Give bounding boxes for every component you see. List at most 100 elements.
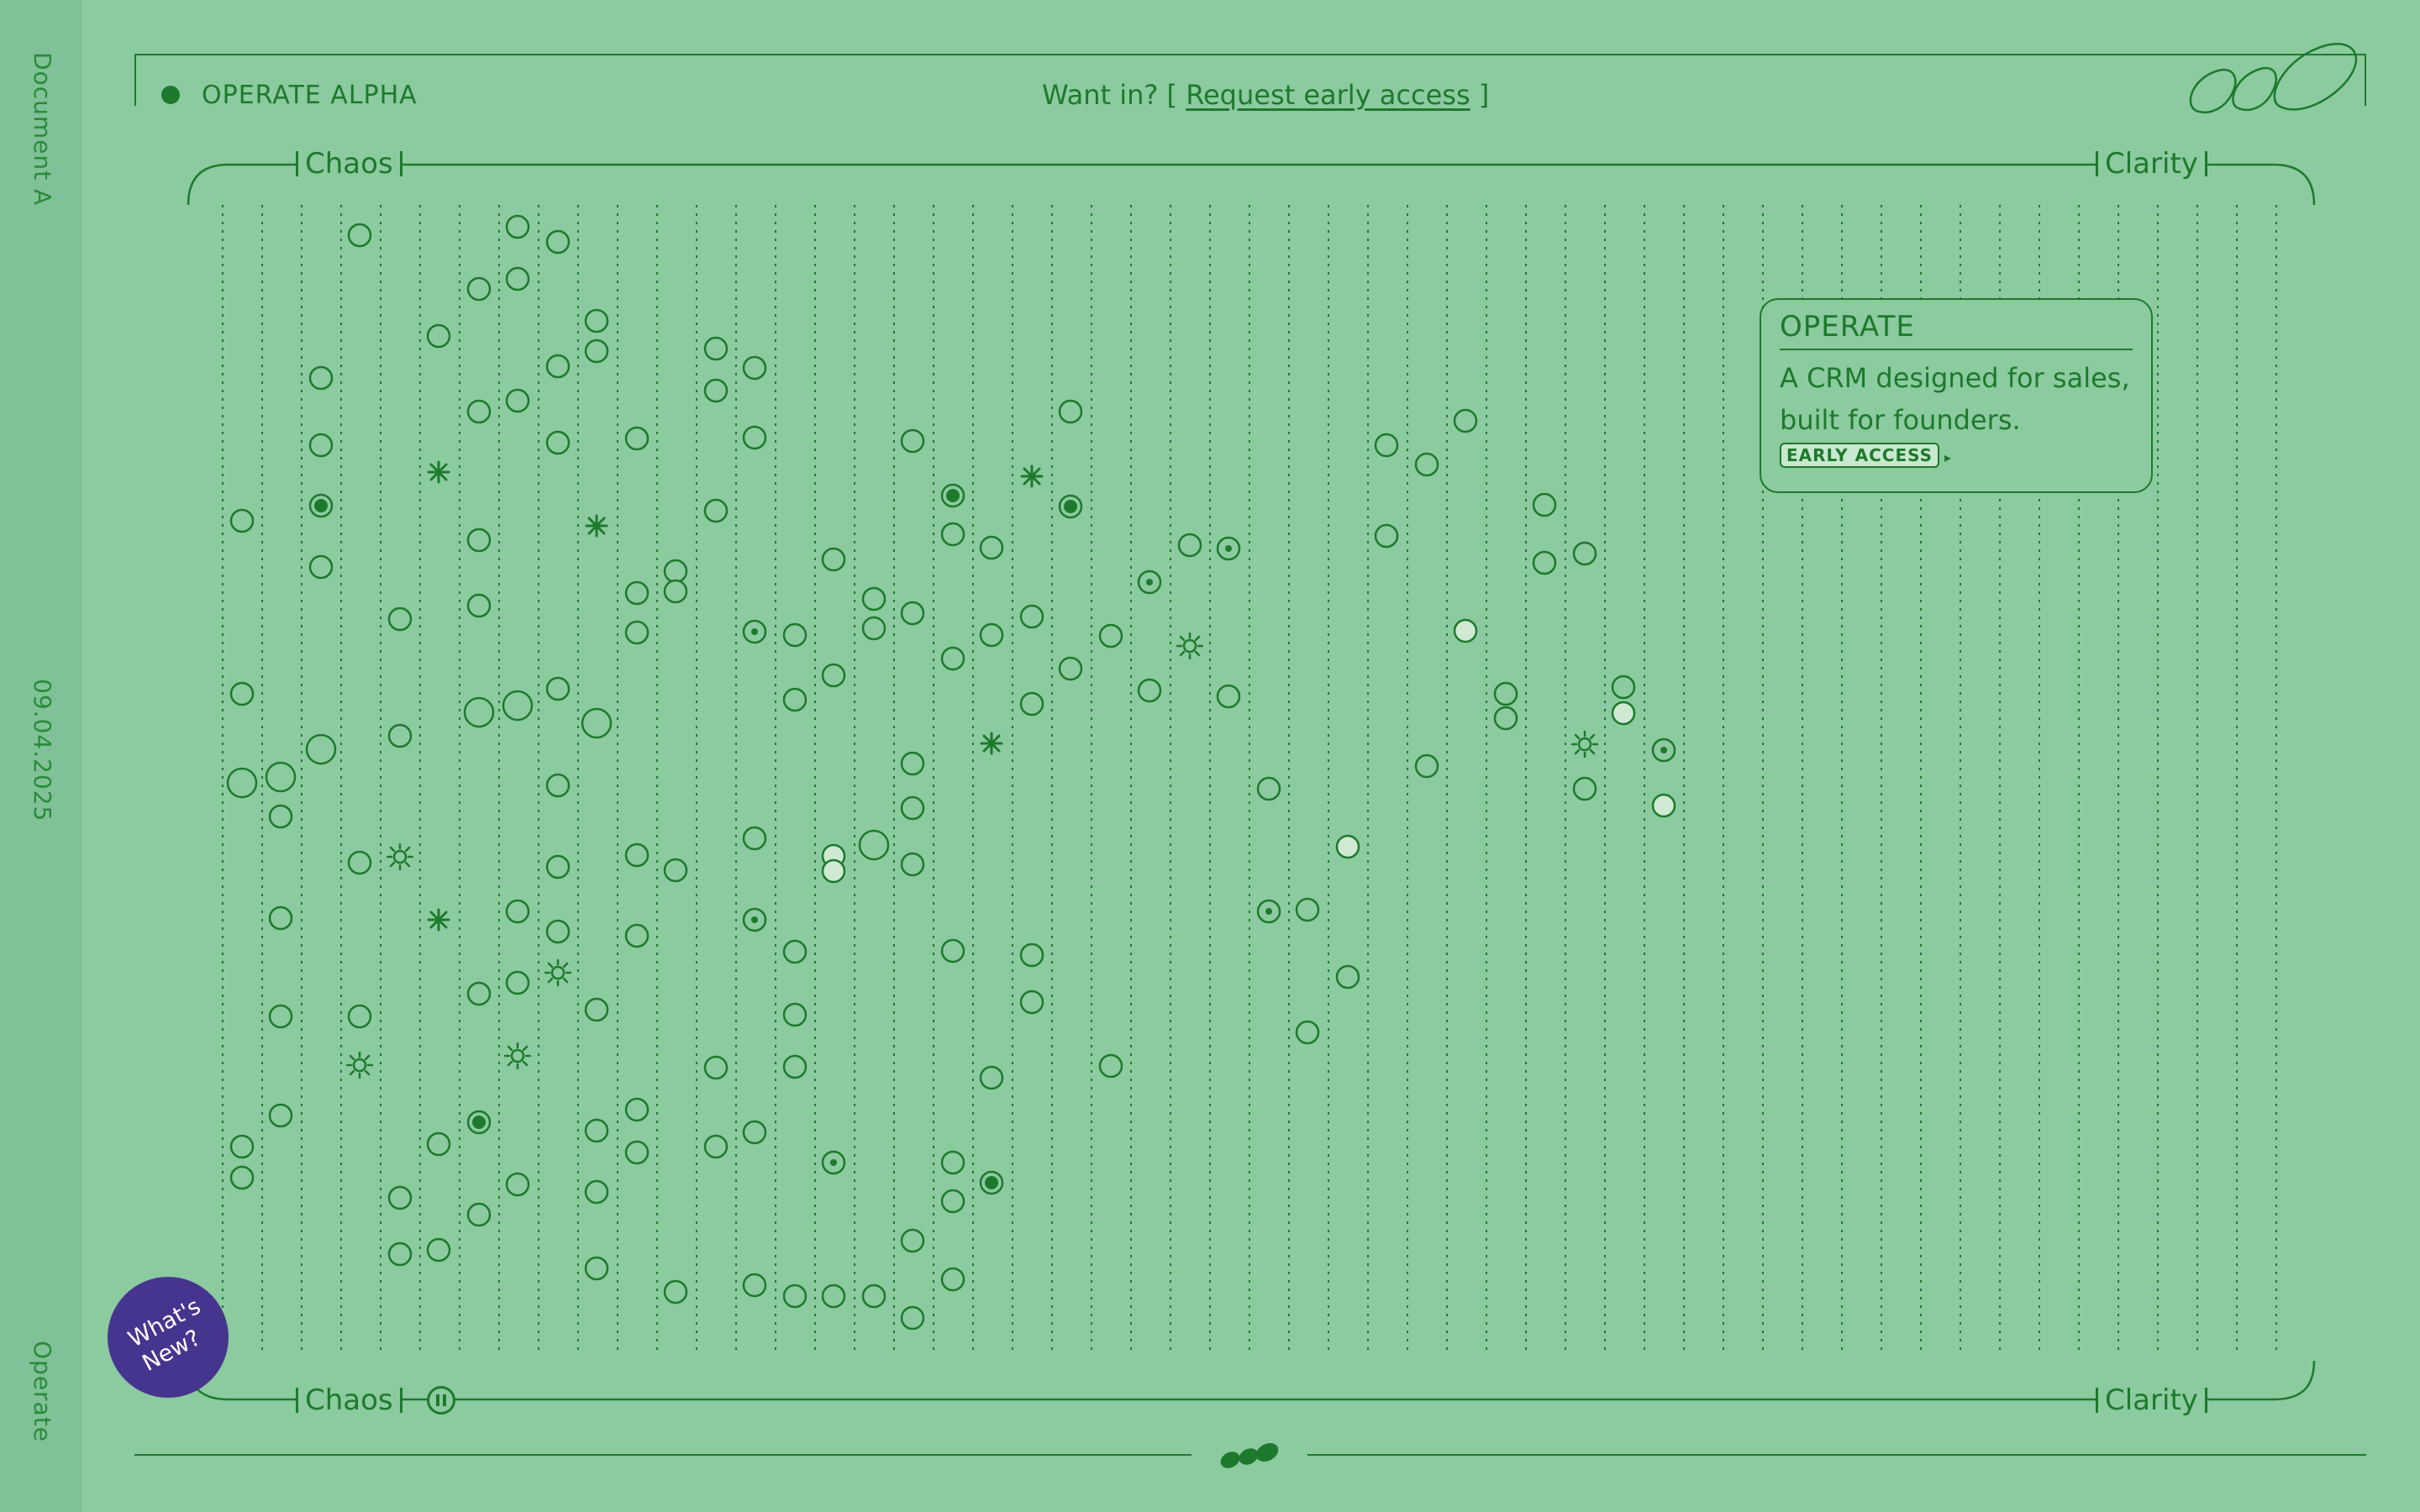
- field-circle-marker: [1216, 684, 1241, 709]
- star-icon: [427, 460, 450, 484]
- field-circle-marker: [703, 1055, 729, 1080]
- field-circle-marker: [268, 1004, 293, 1029]
- early-access-button[interactable]: EARLY ACCESS: [1780, 443, 1940, 468]
- field-circle-marker: [624, 580, 650, 606]
- marker-center-dot: [1660, 747, 1667, 753]
- field-circle-marker: [226, 767, 258, 799]
- field-circle-marker: [308, 365, 334, 391]
- chaos-label-top: Chaos: [296, 150, 402, 178]
- sun-icon: [1571, 731, 1598, 758]
- field-circle-marker: [1572, 776, 1597, 801]
- star-icon: [980, 732, 1003, 755]
- field-circle-marker: [861, 586, 886, 612]
- field-circle-marker: [663, 579, 688, 604]
- field-circle-marker: [900, 1228, 925, 1253]
- field-circle-marker: [1058, 656, 1083, 681]
- marker-center-dot: [1064, 500, 1077, 513]
- sun-icon: [1176, 633, 1203, 659]
- field-circle-marker: [426, 323, 451, 349]
- chaos-label-bottom: Chaos: [296, 1386, 402, 1415]
- field-circle-marker: [1137, 678, 1162, 703]
- field-circle-marker: [308, 433, 334, 458]
- field-circle-marker: [387, 723, 413, 748]
- marker-center-dot: [830, 1159, 837, 1166]
- field-circle-marker: [584, 308, 609, 333]
- field-circle-marker: [624, 923, 650, 948]
- field-circle-marker: [782, 1054, 808, 1079]
- field-circle-marker: [624, 426, 650, 451]
- field-circle-marker: [1295, 1020, 1320, 1045]
- field-circle-marker: [505, 970, 530, 995]
- field-circle-marker: [1256, 776, 1281, 801]
- field-circle-marker: [387, 606, 413, 632]
- pause-icon: [436, 1394, 439, 1406]
- field-circle-marker: [1019, 691, 1044, 717]
- field-circle-marker: [1374, 523, 1399, 549]
- card-body-line2: built for founders.: [1780, 404, 2021, 436]
- field-circle-marker: [742, 355, 767, 381]
- card-description: A CRM designed for sales, built for foun…: [1780, 357, 2133, 441]
- marker-center-dot: [985, 1176, 998, 1189]
- pause-button[interactable]: [427, 1386, 455, 1415]
- field-circle-marker: [502, 690, 534, 722]
- field-circle-marker: [703, 1134, 729, 1159]
- whats-new-badge[interactable]: What's New?: [108, 1277, 229, 1398]
- field-circle-marker: [426, 1237, 451, 1263]
- field-circle-marker: [387, 1242, 413, 1267]
- star-icon: [427, 908, 450, 932]
- field-circle-marker: [858, 829, 890, 861]
- field-circle-marker: [466, 981, 492, 1006]
- field-circle-marker: [624, 843, 650, 868]
- field-circle-marker: [742, 826, 767, 851]
- field-circle-marker: [1414, 452, 1439, 477]
- field-circle-marker: [861, 616, 886, 641]
- field-circle-marker: [505, 899, 530, 924]
- clarity-label-bottom: Clarity: [2096, 1386, 2207, 1415]
- field-circle-marker: [1572, 541, 1597, 566]
- field-circle-marker: [940, 1150, 965, 1175]
- field-circle-marker: [268, 906, 293, 931]
- field-circle-marker: [1177, 533, 1202, 558]
- operate-info-card: OPERATE A CRM designed for sales, built …: [1760, 298, 2153, 493]
- field-circle-marker: [308, 554, 334, 580]
- chaos-clarity-field: [187, 163, 2316, 1401]
- footer-divider-left: [134, 1454, 1192, 1456]
- field-circle-marker: [466, 528, 492, 553]
- field-circle-marker: [624, 1140, 650, 1165]
- field-circle-marker: [1335, 964, 1360, 990]
- field-circle-marker: [821, 547, 846, 572]
- field-circle-marker: [1098, 1053, 1123, 1079]
- field-circle-marker: [703, 378, 729, 403]
- field-circle-marker: [545, 354, 571, 379]
- field-circle-marker: [663, 1279, 688, 1305]
- field-circle-marker: [940, 1189, 965, 1214]
- footer-divider-right: [1307, 1454, 2366, 1456]
- field-circle-marker: [581, 707, 613, 739]
- field-circle-marker: [861, 1284, 886, 1309]
- clarity-label-top: Clarity: [2096, 150, 2207, 178]
- field-circle-marker: [1098, 623, 1123, 648]
- field-circle-marker: [466, 593, 492, 618]
- marker-center-dot: [1146, 579, 1153, 585]
- field-circle-marker: [624, 620, 650, 645]
- field-circle-marker: [229, 1165, 255, 1190]
- field-circle-marker: [703, 498, 729, 523]
- field-circle-marker: [979, 535, 1004, 560]
- sun-icon: [346, 1052, 373, 1079]
- field-circle-marker: [900, 428, 925, 454]
- field-circle-marker: [466, 399, 492, 424]
- field-circle-marker: [1019, 990, 1044, 1015]
- field-circle-marker: [940, 522, 965, 547]
- field-circle-marker: [545, 919, 571, 944]
- field-circle-marker: [782, 939, 808, 964]
- field-circle-marker: [1493, 706, 1518, 731]
- field-circle-marker: [229, 508, 255, 533]
- field-circle-marker: [1611, 675, 1636, 700]
- marker-center-dot: [472, 1116, 486, 1129]
- footer-logo-icon: [1220, 1442, 1279, 1468]
- sun-icon: [504, 1042, 531, 1069]
- field-circle-marker: [663, 858, 688, 883]
- field-circle-marker: [1295, 897, 1320, 922]
- field-circle-marker: [505, 214, 530, 239]
- field-circle-marker: [545, 854, 571, 879]
